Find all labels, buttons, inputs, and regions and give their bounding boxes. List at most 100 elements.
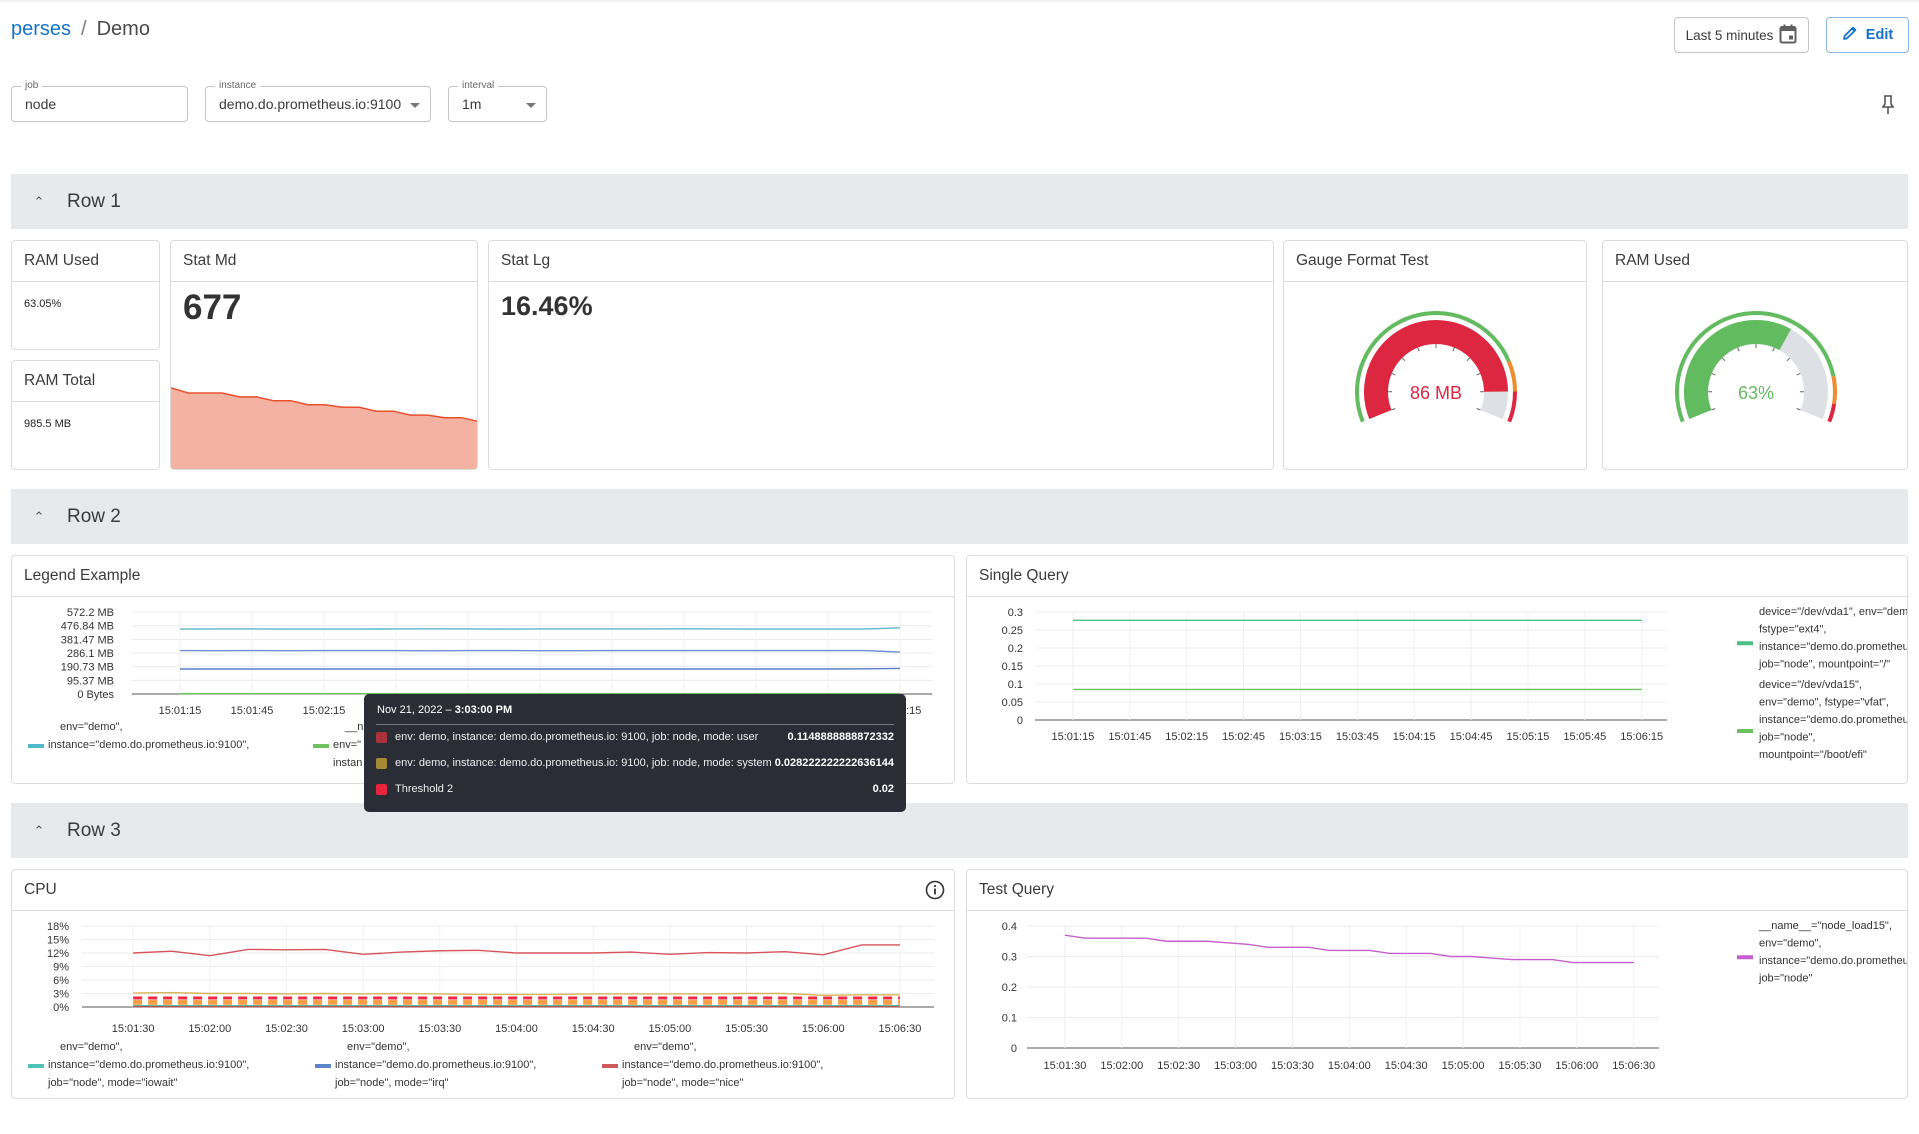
y-tick-label: 476.84 MB (61, 621, 114, 633)
row-1-header[interactable]: ⌃ Row 1 (11, 174, 1908, 229)
x-tick-label: 15:01:45 (1108, 731, 1151, 743)
panel-title: Legend Example (12, 556, 954, 597)
legend-label: instance="demo.do.prometheus.io:9100", (48, 1059, 249, 1071)
x-tick-label: 15:02:45 (1222, 731, 1265, 743)
legend-label: instance="demo.do.prometheus.io:9100", (48, 739, 249, 751)
series-line (180, 667, 901, 670)
legend-label: job="node", mountpoint="/" (1758, 659, 1890, 671)
legend-label: env="demo", (347, 1041, 410, 1053)
gauge-tick (1476, 372, 1481, 376)
x-tick-label: 15:05:15 (1507, 731, 1550, 743)
panel-test-query: Test Query 0 0.1 0.2 0.3 0.4 15:01:30 15:02:00… (966, 869, 1908, 1099)
gauge-tick (1452, 347, 1455, 352)
x-tick-label: 15:06:30 (1612, 1060, 1655, 1072)
tooltip-header: Nov 21, 2022 – 3:03:00 PM (377, 704, 512, 716)
y-tick-label: 0.1 (1008, 679, 1023, 691)
tooltip-series-label: Threshold 2 (395, 783, 454, 795)
x-tick-label: 15:01:30 (1044, 1060, 1087, 1072)
gauge-tick (1711, 408, 1716, 411)
legend-item: device="/dev/vda1", env="demo", fstype="e… (1737, 606, 1908, 671)
x-tick-label: 15:06:15 (1620, 731, 1663, 743)
y-tick-label: 0.2 (1008, 643, 1023, 655)
legend-swatch (602, 1064, 618, 1068)
tooltip-series-value: 0.1148888888872332 (787, 731, 894, 743)
panel-title: Gauge Format Test (1284, 241, 1586, 282)
x-tick-label: 15:02:00 (1100, 1060, 1143, 1072)
panel-title: Stat Lg (489, 241, 1273, 282)
variable-instance-label: instance (215, 79, 261, 93)
panel-ram-used-stat: RAM Used 63.05% (11, 240, 160, 350)
time-range-label: Last 5 minutes (1685, 27, 1774, 43)
x-tick-label: 15:02:15 (303, 705, 346, 717)
time-series-chart[interactable]: 0%3% 6%9% 12%15% 18% 15:01:30 15:02:00 15:02:3… (12, 911, 955, 1099)
gauge-threshold-arc (1506, 360, 1517, 392)
time-series-chart[interactable]: 0 0.05 0.1 0.15 0.2 0.25 0.3 15:01:15 15:01:45 15… (967, 597, 1908, 784)
y-tick-label: 0.2 (1002, 982, 1017, 994)
pin-variables-button[interactable] (1880, 94, 1896, 121)
tooltip-date: Nov 21, 2022 – (377, 704, 452, 716)
panel-title: Test Query (967, 870, 1907, 911)
panel-stat-md: Stat Md 677 (170, 240, 478, 470)
x-tick-label: 15:03:45 (1336, 731, 1379, 743)
variable-job-input[interactable]: job node (11, 79, 188, 122)
y-tick-label: 0 Bytes (77, 689, 114, 701)
x-tick-label: 15:03:30 (418, 1023, 461, 1035)
gauge-tick (1772, 347, 1775, 352)
series-color-swatch (376, 731, 387, 743)
variable-interval-select[interactable]: interval 1m (448, 79, 547, 122)
row-title: Row 2 (67, 505, 121, 527)
chevron-up-icon[interactable]: ⌃ (17, 509, 61, 525)
row-3-header[interactable]: ⌃ Row 3 (11, 803, 1908, 858)
legend-item: env="demo", instance="demo.do.prometheus.… (602, 1041, 823, 1089)
legend-label: mountpoint="/boot/efi" (1759, 749, 1867, 761)
panel-ram-used-gauge: RAM Used 63% (1602, 240, 1908, 470)
gauge-tick (1466, 357, 1471, 362)
panel-single-query: Single Query 0 0.05 0.1 0.15 0.2 0.25 0.3 15:01… (966, 555, 1908, 784)
gauge-tick (1391, 408, 1396, 411)
x-tick-label: 15:06:00 (802, 1023, 845, 1035)
gauge-threshold-arc (1507, 391, 1517, 423)
breadcrumb-separator: / (81, 18, 87, 40)
x-tick-label: 15:05:00 (1442, 1060, 1485, 1072)
tooltip-series-label: env: demo, instance: demo.do.prometheus.… (395, 757, 772, 769)
breadcrumb-dashboard: Demo (96, 18, 150, 40)
time-range-picker-button[interactable]: Last 5 minutes (1674, 17, 1809, 53)
legend-swatch (1737, 729, 1753, 733)
x-tick-label: 15:04:30 (572, 1023, 615, 1035)
stat-value: 677 (183, 288, 242, 327)
gauge-tick (1796, 408, 1801, 411)
x-tick-label: 15:02:30 (265, 1023, 308, 1035)
gauge-tick (1796, 372, 1801, 376)
pencil-icon (1842, 25, 1858, 45)
variable-instance-select[interactable]: instance demo.do.prometheus.io:9100 (205, 79, 431, 122)
variable-interval-label: interval (458, 79, 499, 93)
legend-label: instan (333, 757, 362, 769)
chevron-up-icon[interactable]: ⌃ (17, 194, 61, 210)
y-tick-label: 95.37 MB (67, 675, 114, 687)
legend-swatch (1737, 955, 1753, 960)
pin-icon (1880, 95, 1896, 120)
time-series-chart[interactable]: 0 0.1 0.2 0.3 0.4 15:01:30 15:02:00 15:02:30 15:… (967, 911, 1908, 1099)
series-color-swatch (376, 783, 387, 795)
y-tick-label: 0.3 (1002, 952, 1017, 964)
row-2-header[interactable]: ⌃ Row 2 (11, 489, 1908, 544)
legend-label: instance="demo.do.prometheus.io:9100", (1759, 641, 1908, 653)
info-icon[interactable] (925, 880, 945, 905)
series-color-swatch (376, 757, 387, 769)
y-tick-label: 0% (53, 1002, 69, 1014)
legend-label: env="demo", (634, 1041, 697, 1053)
x-tick-label: 15:03:30 (1271, 1060, 1314, 1072)
y-tick-label: 0.15 (1002, 661, 1023, 673)
panel-cpu: CPU 0% 3% 6% 9% 12% 15% 18% 15:01:30 15:02:00 15:… (11, 869, 955, 1099)
legend-label: env="demo", fstype="vfat", (1759, 697, 1889, 709)
edit-dashboard-button[interactable]: Edit (1826, 17, 1909, 53)
y-tick-label: 0.3 (1008, 607, 1023, 619)
breadcrumb-project-link[interactable]: perses (11, 18, 71, 41)
x-tick-label: 15:04:00 (495, 1023, 538, 1035)
chevron-up-icon[interactable]: ⌃ (17, 823, 61, 839)
panel-stat-lg: Stat Lg 16.46% (488, 240, 1274, 470)
x-tick-label: 15:02:30 (1157, 1060, 1200, 1072)
x-tick-label: 15:05:00 (648, 1023, 691, 1035)
x-tick-label: 15:06:30 (879, 1023, 922, 1035)
gauge-tick (1401, 357, 1406, 362)
